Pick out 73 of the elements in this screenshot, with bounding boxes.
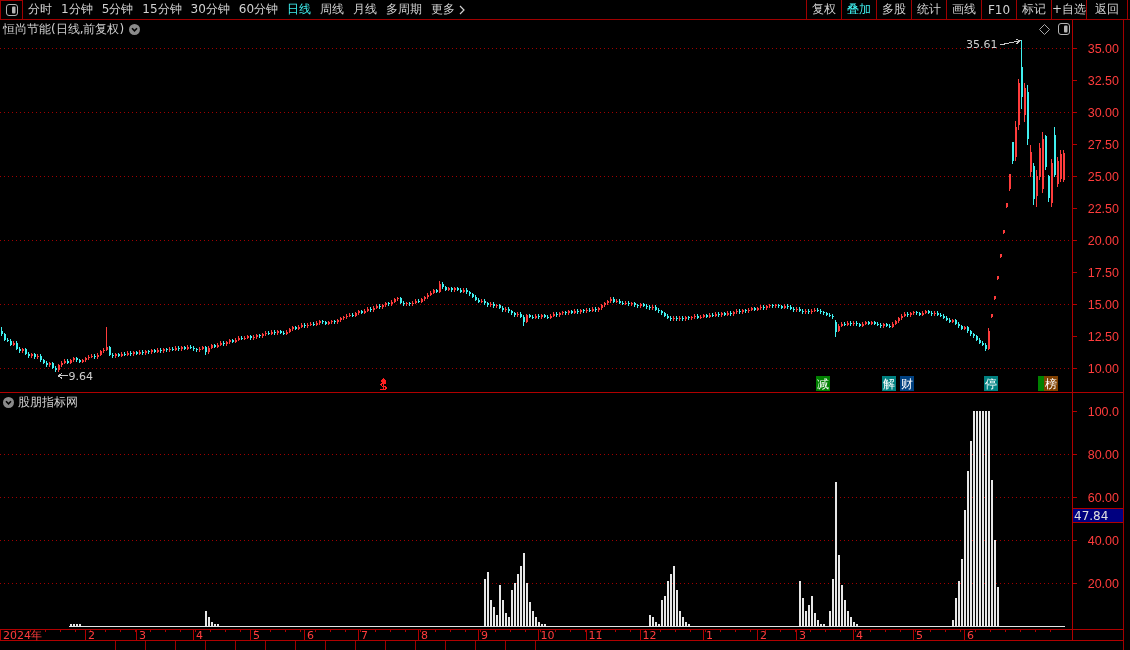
date-label: 4 [856, 629, 863, 641]
period-tab[interactable]: 月线 [349, 0, 382, 19]
dollar-icon[interactable] [379, 377, 388, 391]
price-label: 9.64 [68, 370, 93, 384]
axis-label: 20.00 [1087, 577, 1119, 591]
candlestick [994, 296, 996, 301]
date-label: 10 [540, 629, 555, 641]
axis-label: 30.00 [1087, 106, 1119, 120]
candlestick [997, 276, 999, 281]
axis-label: 17.50 [1087, 266, 1119, 280]
date-label: 2024年 [3, 629, 42, 641]
date-label: 3 [799, 629, 806, 641]
chevron-right-icon [459, 4, 466, 15]
period-tab[interactable]: 60分钟 [234, 0, 283, 19]
candlestick [1006, 203, 1008, 208]
indicator-title: 股朋指标网 [18, 395, 78, 410]
date-label: 11 [588, 629, 603, 641]
period-tab[interactable]: 分时 [24, 0, 56, 19]
candlestick [1000, 254, 1002, 259]
period-tab[interactable]: 更多 [427, 0, 470, 19]
axis-label: 40.00 [1087, 534, 1119, 548]
axis-label: 27.50 [1087, 138, 1119, 152]
date-label: 7 [361, 629, 368, 641]
value-readout: 47.84 [1072, 508, 1123, 523]
toolbar-button[interactable]: +自选 [1051, 0, 1086, 19]
axis-label: 60.00 [1087, 491, 1119, 505]
candlestick [1009, 174, 1011, 192]
event-tag[interactable]: 解 [882, 376, 896, 391]
diamond-icon[interactable] [1039, 23, 1050, 35]
price-label: 35.61 [966, 38, 998, 52]
arrow-icon [1000, 38, 1021, 46]
event-tag[interactable]: 财 [900, 376, 914, 391]
date-label: 12 [642, 629, 657, 641]
date-label: 5 [916, 629, 923, 641]
date-label: 2 [88, 629, 95, 641]
event-tag[interactable]: 减 [816, 376, 830, 391]
candlestick [991, 314, 993, 319]
date-label: 8 [421, 629, 428, 641]
panel-icon [5, 4, 18, 16]
period-tab[interactable]: 15分钟 [138, 0, 186, 19]
chart-title: 恒尚节能(日线,前复权) [3, 22, 125, 37]
panel-icon[interactable] [1058, 23, 1070, 35]
date-label: 2 [760, 629, 767, 641]
chevron-down-icon[interactable] [3, 397, 14, 408]
date-label: 1 [706, 629, 713, 641]
date-label: 6 [307, 629, 314, 641]
date-label: 5 [253, 629, 260, 641]
candlestick [1003, 229, 1005, 235]
axis-label: 35.00 [1087, 42, 1119, 56]
arrow-icon [57, 372, 68, 379]
period-tab[interactable]: 周线 [316, 0, 349, 19]
axis-label: 80.00 [1087, 448, 1119, 462]
axis-label: 10.00 [1087, 362, 1119, 376]
axis-label: 32.50 [1087, 74, 1119, 88]
date-label: 9 [481, 629, 488, 641]
event-tag[interactable]: 榜 [1044, 376, 1058, 391]
axis-label: 20.00 [1087, 234, 1119, 248]
date-label: 4 [196, 629, 203, 641]
event-tag[interactable]: 停 [984, 376, 998, 391]
chevron-down-icon[interactable] [129, 24, 141, 35]
date-label: 3 [139, 629, 146, 641]
axis-label: 25.00 [1087, 170, 1119, 184]
date-label: 6 [967, 629, 974, 641]
axis-label: 12.50 [1087, 330, 1119, 344]
axis-label: 15.00 [1087, 298, 1119, 312]
axis-label: 100.0 [1087, 405, 1119, 419]
period-tab[interactable]: 日线 [283, 0, 316, 19]
period-tab[interactable]: 5分钟 [97, 0, 138, 19]
period-tab[interactable]: 1分钟 [57, 0, 97, 19]
axis-label: 22.50 [1087, 202, 1119, 216]
panel-toggle-button[interactable] [0, 0, 23, 19]
period-tab[interactable]: 多周期 [382, 0, 427, 19]
period-tab[interactable]: 30分钟 [186, 0, 234, 19]
